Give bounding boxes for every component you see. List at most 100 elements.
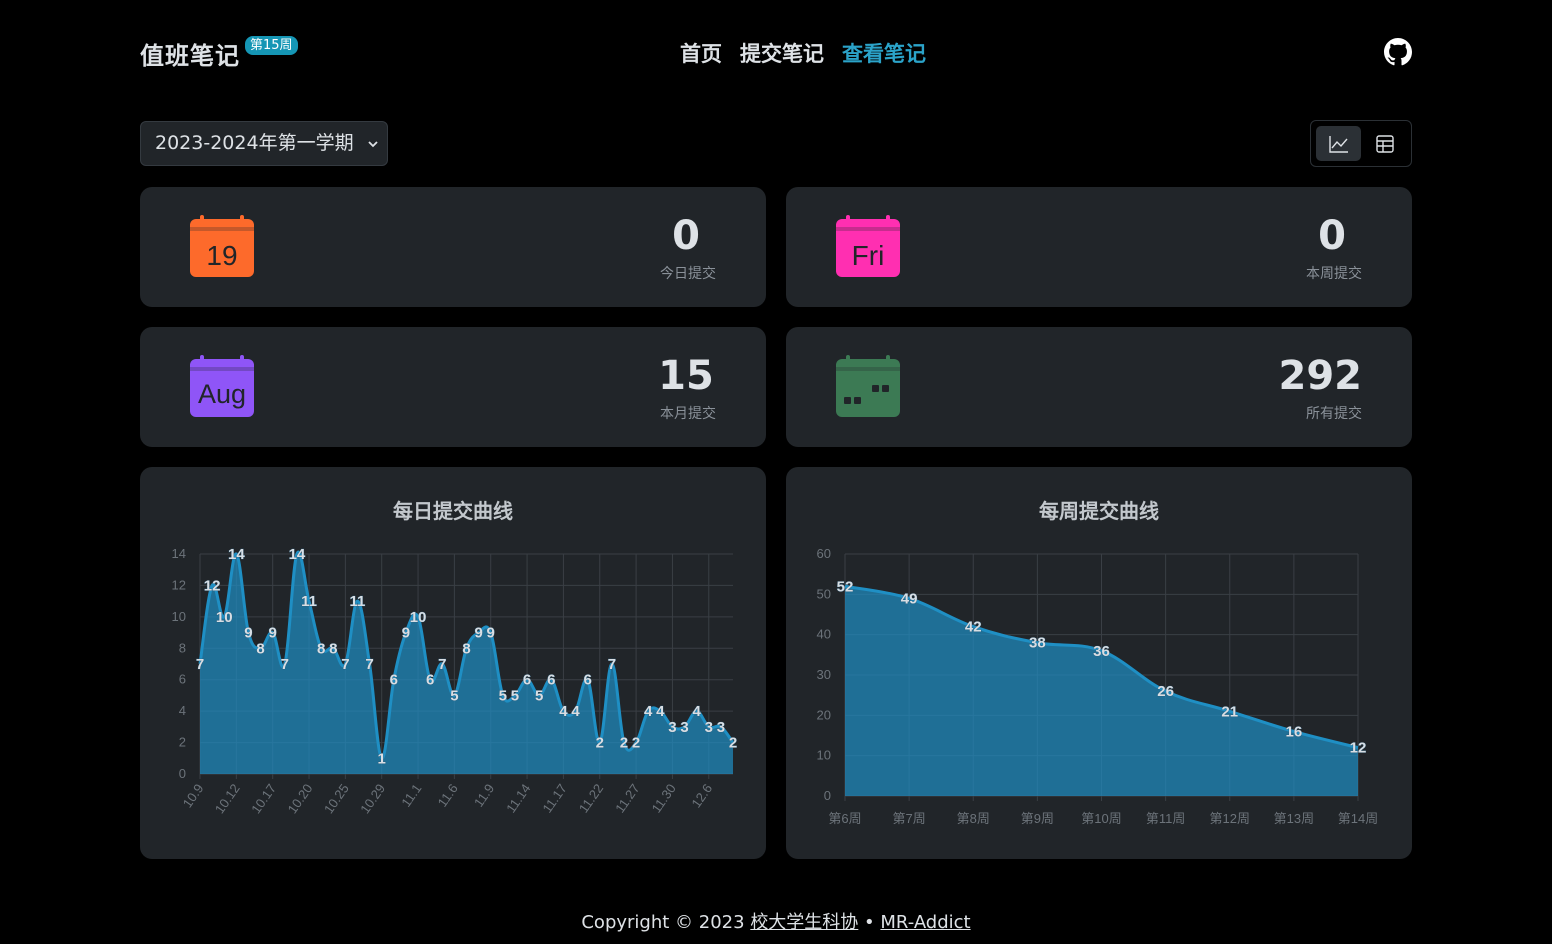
footer-author-link[interactable]: MR-Addict xyxy=(880,912,970,933)
x-tick-label: 第9周 xyxy=(1021,811,1054,826)
y-tick-label: 10 xyxy=(172,609,186,624)
y-tick-label: 20 xyxy=(817,707,831,722)
data-label: 14 xyxy=(228,546,245,563)
footer: Copyright © 2023 校大学生科协 • MR-Addict xyxy=(0,908,1552,934)
data-label: 5 xyxy=(511,687,519,704)
stat-card-today: 19 0 今日提交 xyxy=(140,187,766,307)
data-label: 4 xyxy=(571,703,580,720)
x-tick-label: 11.30 xyxy=(648,781,678,815)
data-label: 11 xyxy=(301,593,317,610)
data-label: 2 xyxy=(620,735,628,752)
data-label: 12 xyxy=(1350,740,1367,757)
y-tick-label: 4 xyxy=(179,703,186,718)
x-tick-label: 11.9 xyxy=(471,781,497,810)
y-tick-label: 14 xyxy=(172,546,186,561)
chevron-down-icon xyxy=(368,141,378,148)
weekly-chart: 0 10 20 30 40 50 60 第6周 第7周 第8周 第9周 第10周 第11周 第12周 第13… xyxy=(817,546,1379,826)
daily-chart-card: 每日提交曲线 0 2 4 6 8 10 12 14 10.9 10.12 10.17 10.20 10.… xyxy=(140,467,766,859)
data-label: 7 xyxy=(341,656,349,673)
calendar-month-icon: Aug xyxy=(190,355,254,417)
data-label: 3 xyxy=(680,719,688,736)
data-label: 8 xyxy=(329,640,337,657)
x-tick-label: 11.17 xyxy=(539,781,569,815)
data-label: 10 xyxy=(410,609,427,626)
data-label: 4 xyxy=(656,703,665,720)
stat-card-week: Fri 0 本周提交 xyxy=(786,187,1412,307)
stat-value: 15 xyxy=(658,353,714,399)
data-label: 3 xyxy=(668,719,676,736)
stat-value: 292 xyxy=(1278,353,1363,399)
data-label: 7 xyxy=(365,656,373,673)
nav-home[interactable]: 首页 xyxy=(680,38,722,68)
data-label: 21 xyxy=(1221,703,1238,720)
data-label: 6 xyxy=(426,672,434,689)
data-label: 9 xyxy=(487,625,495,642)
brand[interactable]: 值班笔记 第15周 xyxy=(140,36,298,71)
data-label: 6 xyxy=(583,672,591,689)
data-label: 42 xyxy=(965,619,982,636)
footer-separator: • xyxy=(864,912,875,933)
footer-org-link[interactable]: 校大学生科协 xyxy=(750,912,858,933)
data-label: 7 xyxy=(438,656,446,673)
nav-view-notes[interactable]: 查看笔记 xyxy=(842,38,926,68)
stat-card-month: Aug 15 本月提交 xyxy=(140,327,766,447)
y-tick-label: 6 xyxy=(179,672,186,687)
x-tick-label: 11.6 xyxy=(435,781,461,810)
x-tick-label: 11.1 xyxy=(398,781,424,810)
stat-label: 本周提交 xyxy=(1306,266,1362,282)
stat-value: 0 xyxy=(1318,213,1346,259)
data-label: 5 xyxy=(450,687,458,704)
data-label: 3 xyxy=(717,719,725,736)
data-label: 26 xyxy=(1157,683,1174,700)
x-tick-label: 10.12 xyxy=(212,781,243,816)
view-toggle xyxy=(1310,120,1412,167)
data-label: 10 xyxy=(216,609,233,626)
x-tick-label: 10.9 xyxy=(180,781,207,810)
data-label: 1 xyxy=(378,750,386,767)
data-label: 4 xyxy=(644,703,653,720)
y-tick-label: 8 xyxy=(179,640,186,655)
semester-select[interactable]: 2023-2024年第一学期 xyxy=(140,121,388,166)
x-tick-label: 12.6 xyxy=(688,781,715,810)
x-tick-label: 11.22 xyxy=(576,781,606,815)
data-label: 5 xyxy=(535,687,543,704)
data-label: 7 xyxy=(608,656,616,673)
x-tick-label: 第7周 xyxy=(893,811,926,826)
calendar-day-icon: 19 xyxy=(190,215,254,277)
data-label: 2 xyxy=(632,735,640,752)
y-tick-label: 0 xyxy=(179,766,186,781)
nav-submit-notes[interactable]: 提交笔记 xyxy=(740,38,824,68)
x-tick-label: 第10周 xyxy=(1081,811,1121,826)
github-icon[interactable] xyxy=(1384,38,1412,66)
stat-card-total: 292 所有提交 xyxy=(786,327,1412,447)
stat-value: 0 xyxy=(672,213,700,259)
stat-label: 本月提交 xyxy=(660,406,716,422)
y-tick-label: 0 xyxy=(824,788,831,803)
x-tick-label: 第11周 xyxy=(1146,811,1186,826)
calendar-all-icon xyxy=(836,355,900,417)
stat-label: 所有提交 xyxy=(1306,406,1362,422)
weekly-chart-card: 每周提交曲线 0 10 20 30 40 50 60 第6周 第7周 第8周 第9周 第10周 第11周… xyxy=(786,467,1412,859)
table-icon xyxy=(1375,134,1394,153)
svg-text:19: 19 xyxy=(206,240,237,271)
x-tick-label: 11.14 xyxy=(503,781,533,815)
brand-title[interactable]: 值班笔记 xyxy=(140,36,240,71)
stat-label: 今日提交 xyxy=(660,266,716,282)
y-tick-label: 50 xyxy=(817,586,831,601)
svg-text:Fri: Fri xyxy=(852,240,885,271)
chart-view-button[interactable] xyxy=(1316,126,1361,161)
data-label: 5 xyxy=(499,687,507,704)
data-label: 8 xyxy=(317,640,325,657)
x-tick-label: 第12周 xyxy=(1210,811,1250,826)
semester-select-value: 2023-2024年第一学期 xyxy=(155,132,354,154)
main-nav: 首页 提交笔记 查看笔记 xyxy=(680,38,926,68)
data-label: 2 xyxy=(596,735,604,752)
y-tick-label: 30 xyxy=(817,667,831,682)
data-label: 7 xyxy=(281,656,289,673)
x-tick-label: 10.25 xyxy=(321,781,352,816)
data-label: 9 xyxy=(244,625,252,642)
data-label: 9 xyxy=(402,625,410,642)
table-view-button[interactable] xyxy=(1362,126,1407,161)
data-label: 38 xyxy=(1029,635,1046,652)
svg-text:Aug: Aug xyxy=(198,379,246,409)
